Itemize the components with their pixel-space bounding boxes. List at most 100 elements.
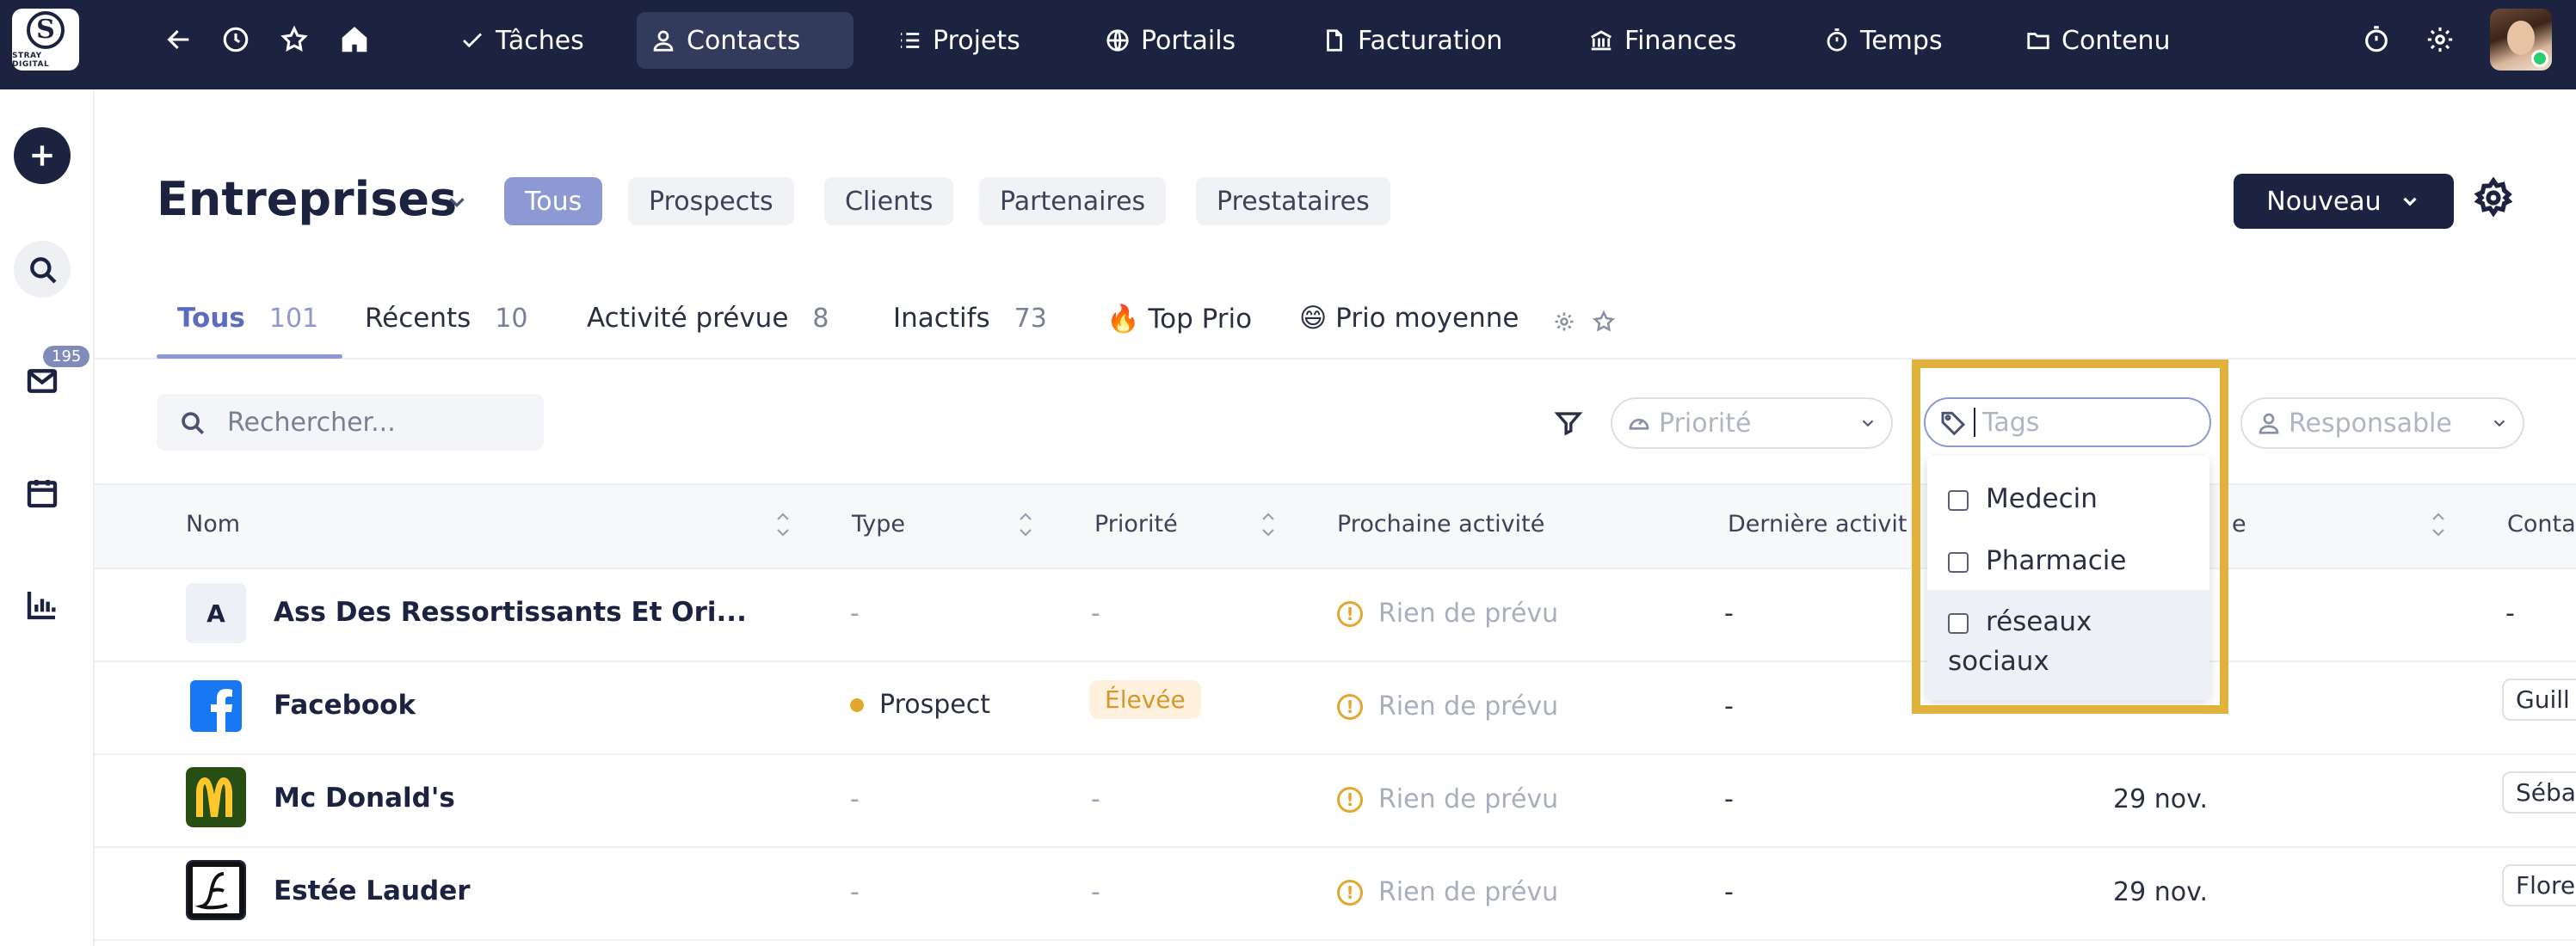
chevron-down-icon: [2493, 420, 2505, 427]
folder-icon: [2027, 33, 2049, 50]
page-settings-gear-icon[interactable]: [2473, 176, 2516, 220]
tab-inactifs[interactable]: Inactifs 73: [893, 303, 1047, 334]
created-date: 29 nov.: [2113, 877, 2209, 907]
nav-label: Facturation: [1358, 25, 1503, 56]
estee-lauder-logo-icon: [186, 860, 246, 920]
next-activity: ! Rien de prévu: [1337, 691, 1558, 722]
user-avatar[interactable]: [2490, 9, 2552, 71]
tab-label: 🔥 Top Prio: [1106, 304, 1253, 335]
tab-favorite-star-icon[interactable]: [1592, 310, 1618, 335]
next-activity: ! Rien de prévu: [1337, 599, 1558, 629]
owner-name: Séba: [2502, 771, 2576, 814]
contact-owner-chip[interactable]: Séba: [2502, 771, 2576, 814]
filter-pill-prospects[interactable]: Prospects: [628, 177, 794, 225]
tab-tous[interactable]: Tous 101: [177, 303, 318, 334]
next-activity-text: Rien de prévu: [1378, 599, 1559, 629]
online-status-dot: [2531, 50, 2548, 67]
rail-reports-button[interactable]: [14, 576, 71, 633]
company-name[interactable]: Mc Donald's: [274, 783, 455, 814]
owner-select[interactable]: Responsable: [2240, 397, 2524, 449]
chevron-down-icon: [2403, 197, 2417, 206]
sort-icon[interactable]: [2428, 506, 2449, 544]
column-header-next-activity[interactable]: Prochaine activité: [1337, 511, 1544, 538]
last-activity: -: [1724, 691, 1734, 722]
filter-pill-partenaires[interactable]: Partenaires: [979, 177, 1167, 225]
column-header-priority[interactable]: Priorité: [1094, 511, 1178, 538]
sort-icon[interactable]: [773, 506, 793, 544]
logo-mark: S: [27, 10, 65, 49]
search-input[interactable]: Rechercher...: [157, 394, 544, 451]
tab-count: 10: [495, 304, 528, 334]
owner-placeholder: Responsable: [2289, 408, 2452, 439]
filter-pill-clients[interactable]: Clients: [824, 177, 954, 225]
tab-count: 8: [812, 304, 829, 334]
create-plus-button[interactable]: [14, 127, 71, 184]
priority-select[interactable]: Priorité: [1611, 397, 1893, 449]
tab-label: Inactifs: [893, 303, 990, 334]
filter-funnel-icon[interactable]: [1554, 408, 1585, 439]
nav-facturation[interactable]: Facturation: [1308, 12, 1516, 69]
plus-icon: [32, 145, 52, 166]
sort-icon[interactable]: [1258, 506, 1279, 544]
tab-recents[interactable]: Récents 10: [365, 303, 527, 334]
brand-logo[interactable]: S STRAY DIGITAL: [12, 9, 79, 71]
column-header-name[interactable]: Nom: [186, 511, 240, 538]
chevron-down-icon: [1862, 420, 1874, 427]
home-icon[interactable]: [337, 22, 372, 57]
tab-settings-gear-icon[interactable]: [1552, 310, 1578, 335]
tab-top-prio[interactable]: 🔥 Top Prio: [1106, 303, 1252, 335]
tab-prio-moyenne[interactable]: 😄 Prio moyenne: [1299, 303, 1519, 334]
rail-search-button[interactable]: [14, 241, 71, 298]
search-placeholder: Rechercher...: [227, 407, 396, 438]
gauge-icon: [1629, 418, 1649, 430]
nav-contenu[interactable]: Contenu: [2012, 12, 2185, 69]
next-activity-text: Rien de prévu: [1378, 784, 1559, 814]
star-icon[interactable]: [277, 22, 311, 57]
column-header-last-activity[interactable]: Dernière activit: [1728, 511, 1907, 538]
company-name[interactable]: Ass Des Ressortissants Et Ori...: [274, 597, 747, 628]
contact-owner-chip[interactable]: Flore: [2502, 864, 2576, 906]
next-activity-text: Rien de prévu: [1378, 877, 1559, 907]
tab-count: 73: [1014, 304, 1047, 334]
company-type: -: [850, 599, 860, 629]
column-header-type[interactable]: Type: [852, 511, 905, 538]
mail-count-badge: 195: [43, 346, 90, 367]
settings-gear-icon[interactable]: [2423, 22, 2457, 57]
column-header-contact[interactable]: Conta: [2507, 511, 2576, 538]
nav-label: Temps: [1860, 25, 1943, 56]
nav-finances[interactable]: Finances: [1575, 12, 1750, 69]
rail-calendar-button[interactable]: [14, 464, 71, 521]
next-activity: ! Rien de prévu: [1337, 877, 1558, 907]
contact-owner-chip[interactable]: Guill: [2502, 679, 2576, 721]
company-name[interactable]: Estée Lauder: [274, 875, 471, 906]
nav-label: Contacts: [687, 25, 801, 56]
new-button[interactable]: Nouveau: [2234, 174, 2454, 229]
nav-label: Projets: [933, 25, 1020, 56]
nav-taches[interactable]: Tâches: [446, 12, 598, 69]
filter-pill-prestataires[interactable]: Prestataires: [1196, 177, 1390, 225]
nav-portails[interactable]: Portails: [1091, 12, 1249, 69]
nav-temps[interactable]: Temps: [1810, 12, 1957, 69]
search-icon: [182, 412, 205, 435]
timer-icon[interactable]: [2359, 22, 2394, 57]
created-date: 29 nov.: [2113, 784, 2209, 814]
company-type: -: [850, 877, 860, 907]
new-button-label: Nouveau: [2266, 186, 2382, 217]
globe-icon: [1106, 29, 1129, 52]
company-name[interactable]: Facebook: [274, 690, 416, 721]
company-initial-avatar: A: [186, 583, 246, 643]
sort-icon[interactable]: [1015, 506, 1036, 544]
avatar-face: [2507, 21, 2535, 55]
back-arrow-icon[interactable]: [162, 22, 196, 57]
tab-activite-prevue[interactable]: Activité prévue 8: [587, 303, 829, 334]
priority-placeholder: Priorité: [1659, 408, 1752, 439]
company-priority: -: [1091, 877, 1100, 907]
history-icon[interactable]: [219, 22, 253, 57]
column-header-created[interactable]: e: [2232, 511, 2246, 538]
warning-icon: !: [1337, 879, 1363, 906]
nav-projets[interactable]: Projets: [883, 12, 1034, 69]
priority-label: Élevée: [1089, 680, 1201, 719]
nav-contacts[interactable]: Contacts: [637, 12, 854, 69]
title-chevron-down-icon[interactable]: [444, 189, 470, 215]
filter-pill-tous[interactable]: Tous: [504, 177, 603, 225]
